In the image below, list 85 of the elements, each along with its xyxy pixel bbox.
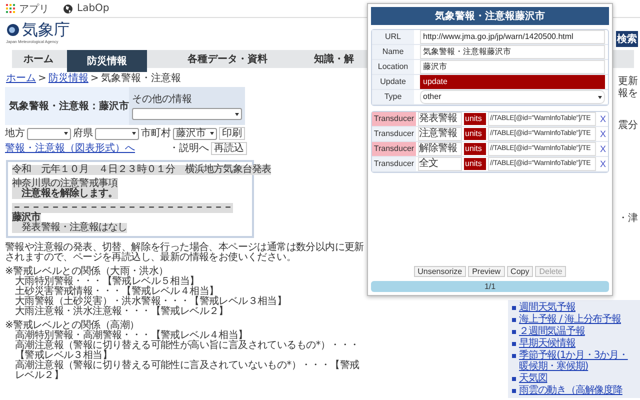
level-line: 大雨特別警報・・・【警戒レベル５相当】 — [14, 277, 200, 287]
filter-select[interactable] — [95, 128, 139, 140]
sidebar-text: 更新 — [618, 76, 638, 87]
logo-text: 気象庁 — [22, 21, 70, 39]
bullet-icon — [512, 354, 516, 358]
transducer-label: Transducer — [372, 142, 416, 156]
remove-button[interactable]: X — [598, 144, 608, 154]
sidebar-text: 報を — [618, 88, 638, 99]
other-info-select[interactable] — [132, 108, 242, 120]
popup-title: 気象警報・注意報藤沢市 — [371, 7, 609, 25]
action-button[interactable]: Copy — [506, 266, 534, 277]
sidebar-link[interactable]: 季節予報(1か月・3か月・暖候期・寒候期) — [519, 350, 636, 372]
bullet-icon — [512, 330, 516, 334]
breadcrumb-link[interactable]: 防災情報 — [48, 73, 88, 84]
filter-label: 地方 — [5, 128, 25, 139]
table-view-link[interactable]: 警報・注意報（図表形式）へ — [5, 143, 135, 154]
breadcrumb-current: 気象警報・注意報 — [100, 73, 181, 84]
remove-button[interactable]: X — [598, 159, 608, 169]
units-input[interactable]: units — [464, 113, 486, 125]
sidebar-link[interactable]: 海上予報 / 海上分布予報 — [519, 314, 621, 325]
bullet-icon — [512, 318, 516, 322]
bookmark-link[interactable]: LabOp — [63, 3, 110, 14]
page-title: 気象警報・注意報：藤沢市 — [9, 99, 129, 113]
remove-button[interactable]: X — [598, 129, 608, 139]
units-input[interactable]: units — [464, 143, 486, 155]
apps-grid-icon — [6, 4, 15, 13]
sidebar-text: ・津 — [618, 213, 638, 224]
field-label: Update — [372, 75, 414, 89]
filter-select[interactable] — [27, 128, 71, 140]
breadcrumb-separator: > — [38, 73, 46, 84]
transducer-label: Transducer — [372, 112, 416, 126]
transducer-label: Transducer — [372, 127, 416, 141]
name-input[interactable]: 注意警報 — [418, 127, 462, 141]
pager-bar: 1/1 — [371, 281, 609, 292]
sidebar-link[interactable]: 天気図 — [519, 373, 548, 384]
field-label: Name — [372, 45, 414, 59]
search-button[interactable]: 検索 — [616, 31, 638, 47]
name-input[interactable]: 発表警報 — [418, 112, 462, 126]
units-input[interactable]: units — [464, 128, 486, 140]
level-heading: ※警戒レベルとの関係（大雨・洪水） — [5, 267, 170, 277]
text-input[interactable]: 藤沢市 — [420, 60, 605, 74]
level-heading: ※警戒レベルとの関係（高潮） — [5, 321, 140, 331]
level-line: 大雨注意報・洪水注意報・・・【警戒レベル２】 — [14, 307, 230, 317]
bullet-icon — [512, 306, 516, 310]
name-input[interactable]: 解除警報 — [418, 142, 462, 156]
field-label: URL — [372, 30, 414, 44]
field-label: Type — [372, 90, 414, 104]
type-select[interactable]: other — [420, 90, 605, 104]
other-info-label: その他の情報 — [132, 92, 193, 106]
reload-button[interactable]: 再読込 — [211, 142, 247, 155]
sidebar-link[interactable]: 早期天候情報 — [519, 338, 576, 349]
action-button[interactable]: Preview — [468, 266, 505, 277]
sidebar-link[interactable]: 週間天気予報 — [519, 302, 576, 313]
nav-tab[interactable]: 防災情報 — [67, 50, 147, 72]
sidebar-link[interactable]: ２週間気温予報 — [519, 326, 585, 337]
filter-label: 市町村 — [141, 128, 171, 139]
level-line: 高潮注意報（警報に切り替える可能性に言及されていないもの*）・・・【警戒レベル２】 — [14, 361, 360, 381]
name-input[interactable]: 全文 — [418, 157, 462, 171]
explain-link[interactable]: ・説明へ — [169, 143, 209, 154]
filter-select[interactable]: 藤沢市 — [173, 128, 217, 140]
filter-label: 府県 — [73, 128, 93, 139]
notice-text: 警報や注意報の発表、切替、解除を行った場合、本ページは通常は数分以内に更新されますので、ページを再読込し、最新の情報をお使いください。 — [5, 243, 365, 263]
field-label: Location — [372, 60, 414, 74]
level-line: 高潮特別警報・高潮警報・・・【警戒レベル４相当】 — [14, 331, 248, 341]
update-input[interactable]: update — [420, 75, 605, 89]
bookmark-link[interactable]: アプリ — [6, 2, 49, 16]
sidebar-link[interactable]: 雨雲の動き（高解像度降 — [519, 385, 622, 396]
text-input[interactable]: http://www.jma.go.jp/jp/warn/1420500.html — [420, 30, 605, 44]
bullet-icon — [512, 377, 516, 381]
breadcrumb-link[interactable]: ホーム — [6, 73, 36, 84]
bullet-icon — [512, 342, 516, 346]
bullet-icon — [512, 389, 516, 393]
transducer-label: Transducer — [372, 157, 416, 171]
print-button[interactable]: 印刷 — [219, 127, 245, 140]
action-button[interactable]: Unsensorize — [414, 266, 466, 277]
text-input[interactable]: 気象警報・注意報藤沢市 — [420, 45, 605, 59]
units-input[interactable]: units — [464, 158, 486, 170]
globe-icon — [63, 4, 73, 14]
remove-button[interactable]: X — [598, 114, 608, 124]
level-line: 高潮注意報（警報に切り替える可能性が高い旨に言及されているもの*）・・・【警戒レベル３相当】 — [14, 341, 360, 361]
logo-icon — [6, 23, 20, 37]
level-line: 大雨警報（土砂災害）・洪水警報・・・【警戒レベル３相当】 — [14, 297, 288, 307]
breadcrumb-separator: > — [90, 73, 99, 84]
sidebar-text: 震分 — [618, 120, 638, 131]
level-line: 土砂災害警戒情報・・・【警戒レベル４相当】 — [14, 287, 220, 297]
